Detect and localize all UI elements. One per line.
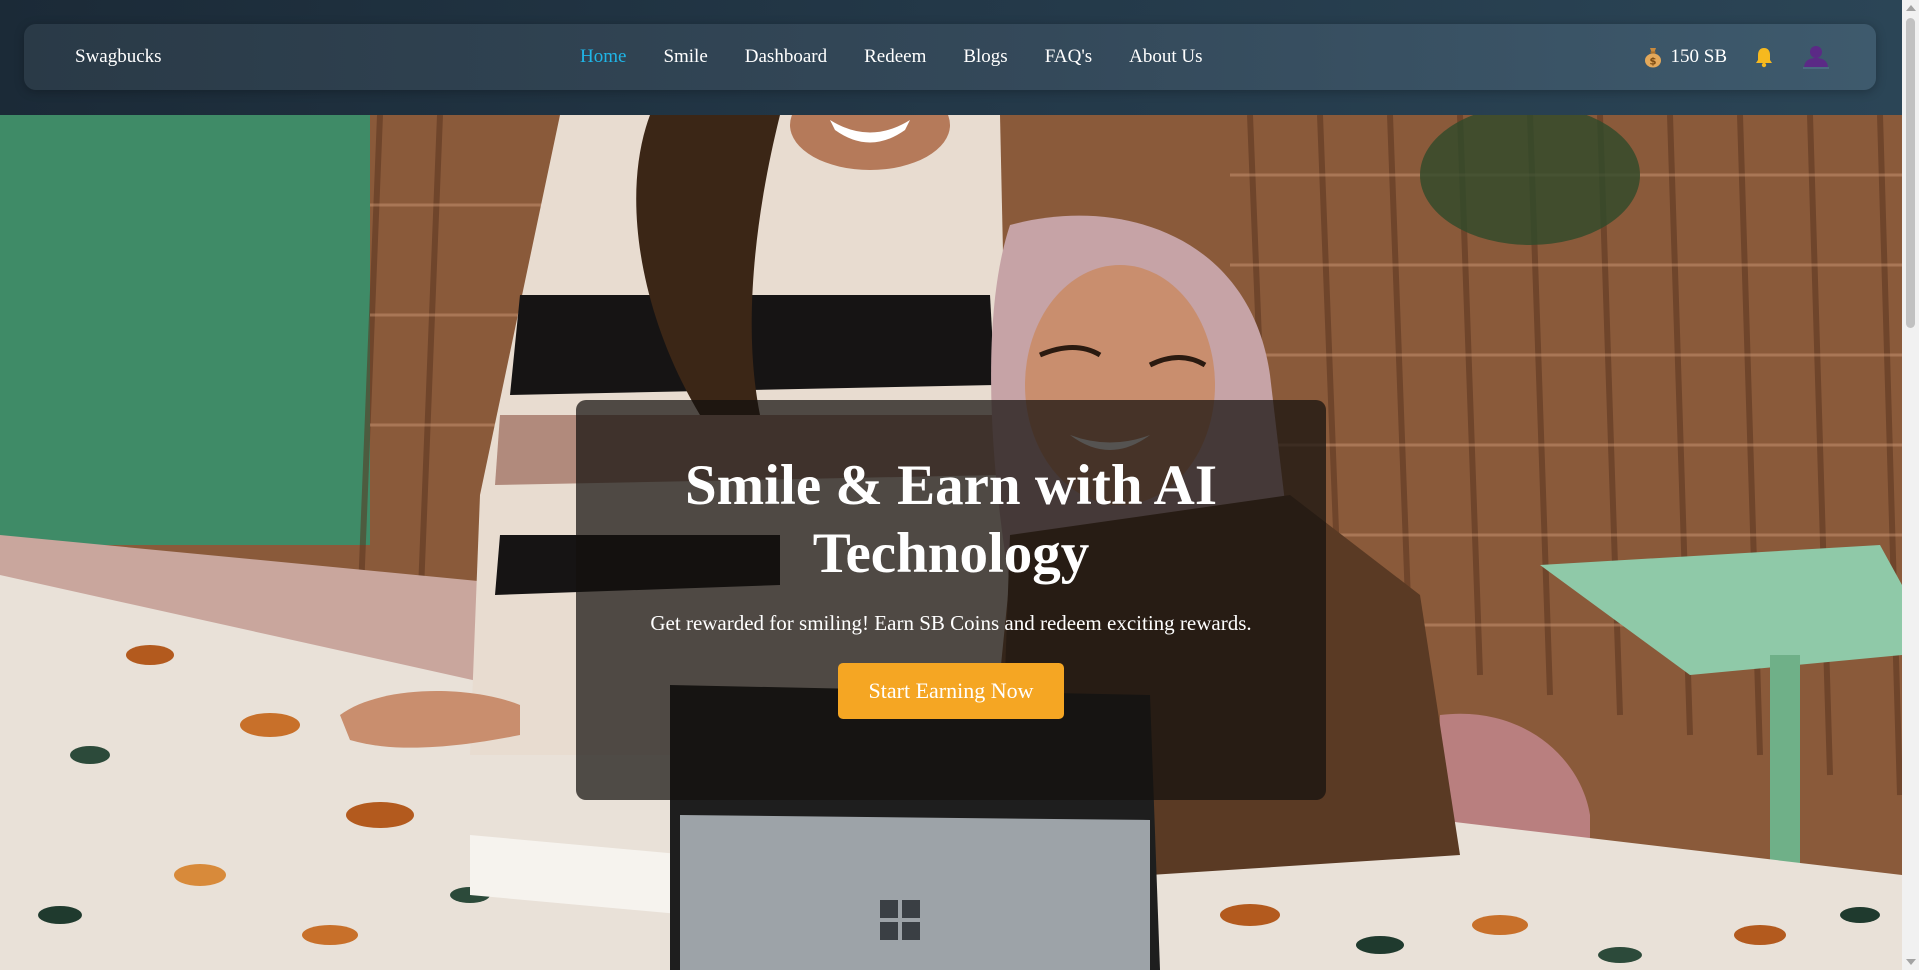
navbar: Swagbucks Home Smile Dashboard Redeem Bl… [24,24,1876,90]
hero-card: Smile & Earn with AI Technology Get rewa… [576,400,1326,800]
money-bag-icon: $ [1643,46,1663,68]
hero-section: Smile & Earn with AI Technology Get rewa… [0,115,1902,970]
user-avatar-icon[interactable] [1801,44,1831,70]
nav-link-dashboard[interactable]: Dashboard [745,46,827,68]
page: Swagbucks Home Smile Dashboard Redeem Bl… [0,0,1919,970]
hero-subtitle: Get rewarded for smiling! Earn SB Coins … [650,611,1252,635]
header: Swagbucks Home Smile Dashboard Redeem Bl… [0,0,1902,115]
nav-right: $ 150 SB [1643,44,1832,70]
bell-icon[interactable] [1753,46,1775,68]
nav-link-blogs[interactable]: Blogs [963,46,1007,68]
hero-title: Smile & Earn with AI Technology [684,454,1218,585]
nav-link-about-us[interactable]: About Us [1129,46,1202,68]
coin-balance-value: 150 SB [1670,46,1728,67]
nav-link-faqs[interactable]: FAQ's [1045,46,1092,68]
scrollbar-thumb[interactable] [1906,18,1915,328]
start-earning-button[interactable]: Start Earning Now [837,663,1065,719]
nav-link-home[interactable]: Home [580,46,626,68]
vertical-scrollbar[interactable] [1902,0,1919,970]
nav-links: Home Smile Dashboard Redeem Blogs FAQ's … [580,46,1203,68]
nav-link-redeem[interactable]: Redeem [864,46,926,68]
scroll-up-arrow-icon[interactable] [1906,5,1916,11]
nav-link-smile[interactable]: Smile [663,46,707,68]
coin-balance: $ 150 SB [1643,46,1728,68]
brand-logo[interactable]: Swagbucks [75,46,162,68]
scroll-down-arrow-icon[interactable] [1906,959,1916,965]
svg-text:$: $ [1649,57,1656,68]
